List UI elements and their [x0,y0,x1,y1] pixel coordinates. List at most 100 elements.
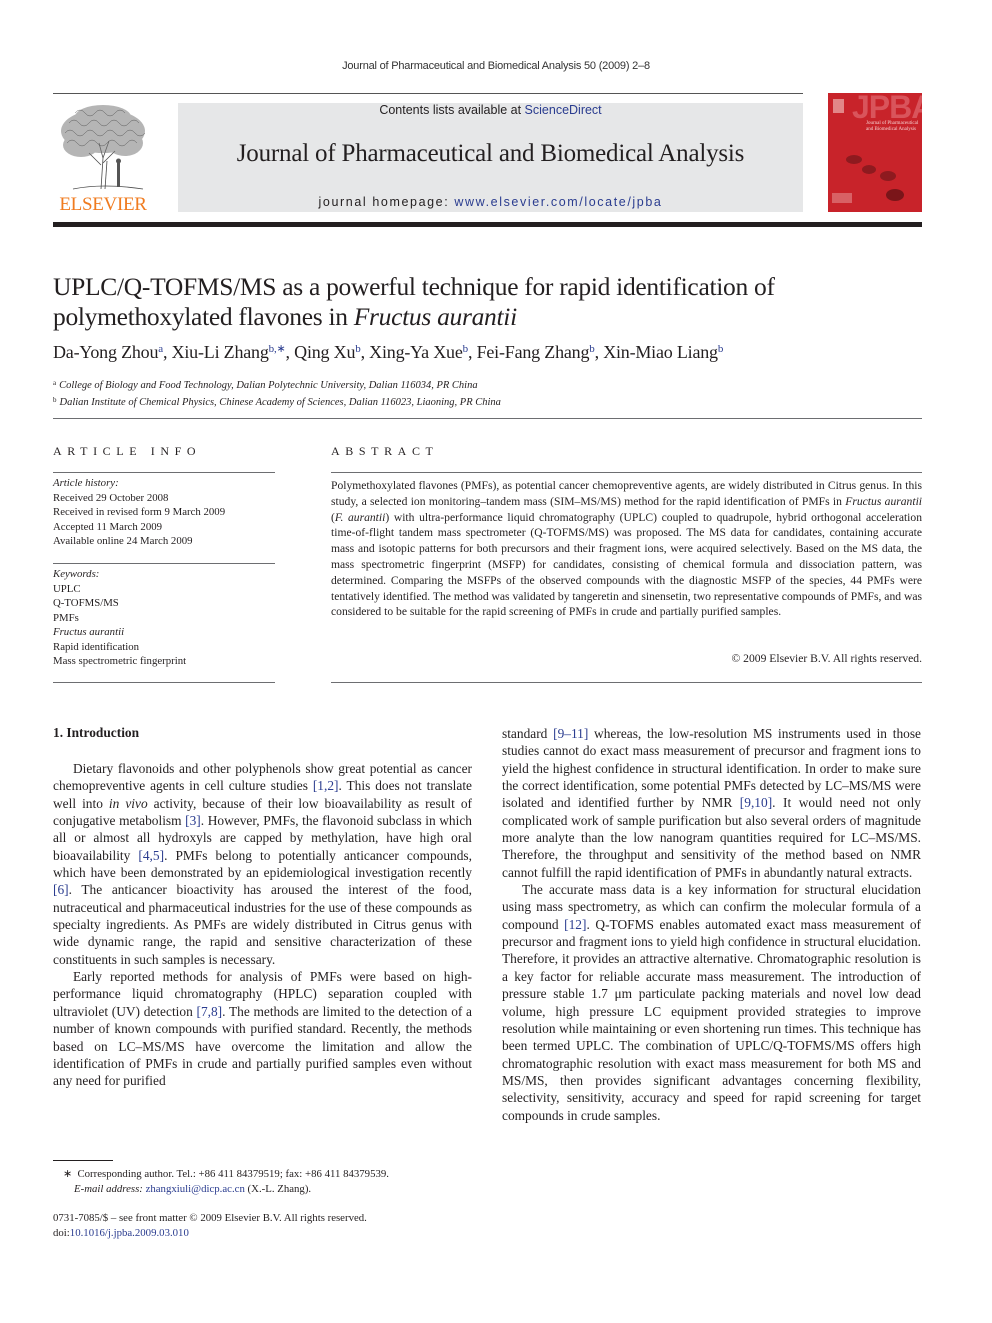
keyword: UPLC [53,582,81,595]
masthead-bottom-rule [53,222,922,227]
author[interactable]: Xin-Miao Liangb [603,342,723,362]
author[interactable]: Da-Yong Zhoua [53,342,163,362]
keyword: Q-TOFMS/MS [53,597,119,609]
title-species-name: Fructus aurantii [353,302,517,331]
author-affiliation-mark[interactable]: b [463,343,469,355]
author-name: Da-Yong Zhou [53,342,159,362]
citation-link[interactable]: [3] [185,813,201,828]
cover-publisher-badge [833,99,844,113]
cover-subtitle-1: Journal of Pharmaceutical [866,121,919,126]
author-affiliation-mark[interactable]: a [158,343,163,355]
header-divider [53,418,922,419]
journal-name: Journal of Pharmaceutical and Biomedical… [236,140,745,167]
body-column-right: standard [9–11] whereas, the low-resolut… [502,725,921,1124]
contents-availability: Contents lists available at ScienceDirec… [178,103,803,117]
keyword: PMFs [53,611,79,624]
abstract-text-part: ) with ultra-performance liquid chromato… [331,510,922,619]
citation-link[interactable]: [9,10] [740,795,772,810]
body-column-left: Dietary flavonoids and other polyphenols… [53,760,472,1090]
keywords: Keywords: UPLC Q-TOFMS/MS PMFs Fructus a… [53,567,275,669]
affiliation-a: a College of Biology and Food Technology,… [53,376,923,393]
citation-link[interactable]: [4,5] [138,848,164,863]
citation-link[interactable]: [6] [53,882,69,897]
affiliation-b: b Dalian Institute of Chemical Physics, C… [53,393,923,410]
citation-link[interactable]: [1,2] [313,778,339,793]
masthead-top-rule [53,93,803,94]
email-line: E-mail address: zhangxiuli@dicp.ac.cn (X… [53,1182,483,1197]
author[interactable]: Qing Xub [294,342,361,362]
journal-homepage-link[interactable]: www.elsevier.com/locate/jpba [454,195,662,209]
citation-link[interactable]: [12] [564,917,586,932]
history-received: Received 29 October 2008 [53,491,169,504]
journal-homepage: journal homepage: www.elsevier.com/locat… [178,195,803,209]
corresponding-contact: Corresponding author. Tel.: +86 411 8437… [77,1168,389,1180]
paragraph: The accurate mass data is a key informat… [502,882,922,1123]
author-name: Fei-Fang Zhang [476,342,590,362]
article-history: Article history: Received 29 October 200… [53,476,275,549]
keyword: Mass spectrometric fingerprint [53,655,187,667]
abstract-text: Polymethoxylated flavones (PMFs), as pot… [331,478,922,620]
article-title: UPLC/Q-TOFMS/MS as a powerful technique … [53,272,923,332]
abstract-text-part: Polymethoxylated flavones (PMFs), as pot… [331,479,922,508]
abstract-rule-top [331,472,922,473]
citation-link[interactable]: [7,8] [196,1004,222,1019]
front-matter-note: 0731-7085/$ – see front matter © 2009 El… [53,1211,483,1240]
affiliation-mark: b [53,396,57,404]
cover-droplet-icon [862,165,876,174]
author-name: Qing Xu [294,342,356,362]
abstract-italic: F. aurantii [334,510,386,524]
italic-text: in vivo [108,795,148,811]
author-name: Xin-Miao Liang [603,342,718,362]
history-accepted: Accepted 11 March 2009 [53,520,163,533]
abstract-copyright: © 2009 Elsevier B.V. All rights reserved… [731,652,922,665]
article-info-heading: ARTICLE INFO [53,444,202,458]
title-line-2: polymethoxylated flavones in Fructus aur… [53,302,923,332]
article-info-rule-2 [53,563,275,564]
paragraph: Dietary flavonoids and other polyphenols… [53,761,472,967]
article-info-rule-3 [53,682,275,683]
footnote-rule [53,1160,113,1161]
keywords-label: Keywords: [53,568,100,580]
abstract-italic: Fructus aurantii [845,494,923,508]
history-revised: Received in revised form 9 March 2009 [53,506,226,518]
author[interactable]: Xing-Ya Xueb [369,342,468,362]
email-label: E-mail address: [74,1182,143,1195]
front-matter-line: 0731-7085/$ – see front matter © 2009 El… [53,1212,367,1224]
keyword: Rapid identification [53,640,140,653]
affiliations: a College of Biology and Food Technology,… [53,376,923,410]
author-affiliation-mark[interactable]: b [355,343,361,355]
running-head: Journal of Pharmaceutical and Biomedical… [342,60,650,72]
paragraph: standard [9–11] whereas, the low-resolut… [502,726,921,880]
corresponding-author-note: ∗ Corresponding author. Tel.: +86 411 84… [53,1167,483,1196]
doi-link[interactable]: 10.1016/j.jpba.2009.03.010 [70,1227,189,1239]
author-name: Xing-Ya Xue [369,342,463,362]
email-link[interactable]: zhangxiuli@dicp.ac.cn [146,1183,245,1195]
author-affiliation-mark[interactable]: b,∗ [269,343,286,355]
affiliation-text: Dalian Institute of Chemical Physics, Ch… [59,397,501,408]
sciencedirect-link[interactable]: ScienceDirect [525,103,602,117]
abstract-heading: ABSTRACT [331,444,439,458]
author-name: Xiu-Li Zhang [171,342,269,362]
history-online: Available online 24 March 2009 [53,535,193,547]
doi-prefix: doi: [53,1226,70,1239]
author-affiliation-mark[interactable]: b [718,343,724,355]
homepage-prefix: journal homepage: [318,195,455,209]
cover-subtitle-2: and Biomedical Analysis [866,127,916,132]
article-info-rule-1 [53,472,275,473]
corresponding-mark: ∗ [63,1168,73,1180]
author-affiliation-mark[interactable]: b [589,343,595,355]
cover-droplet-icon [886,189,904,201]
corresponding-author-line: ∗ Corresponding author. Tel.: +86 411 84… [53,1167,483,1182]
abstract-rule-bottom [331,682,922,683]
author[interactable]: Xiu-Li Zhangb,∗ [172,342,286,362]
article-history-label: Article history: [53,477,119,489]
affiliation-text: College of Biology and Food Technology, … [59,380,478,391]
title-line-1: UPLC/Q-TOFMS/MS as a powerful technique … [53,272,775,301]
author[interactable]: Fei-Fang Zhangb [477,342,595,362]
cover-footer-block [832,193,852,203]
email-suffix: (X.-L. Zhang). [244,1182,312,1195]
citation-link[interactable]: [9–11] [553,726,588,741]
cover-droplet-icon [880,171,896,181]
author-list: Da-Yong Zhoua, Xiu-Li Zhangb,∗, Qing Xub… [53,342,724,362]
doi-line: doi:10.1016/j.jpba.2009.03.010 [53,1226,483,1241]
